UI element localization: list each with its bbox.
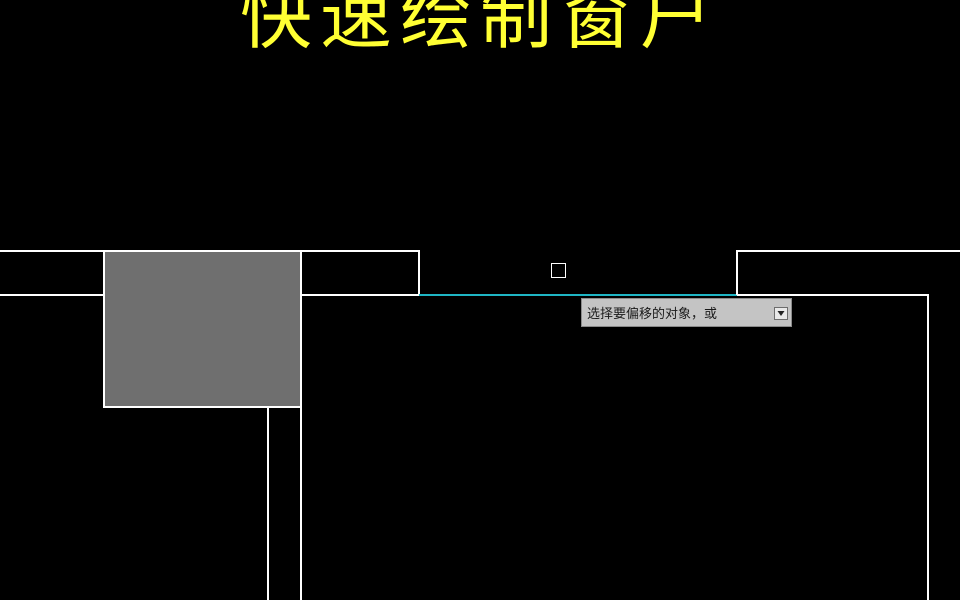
column-block[interactable] xyxy=(103,250,302,408)
drawing-area[interactable]: 快速绘制窗户 选择要偏移的对象，或 xyxy=(0,0,960,600)
cad-canvas[interactable] xyxy=(0,0,960,600)
video-title-overlay: 快速绘制窗户 xyxy=(239,0,720,59)
down-arrow-icon[interactable] xyxy=(774,307,788,320)
right-wall-top-line[interactable] xyxy=(736,250,960,295)
pickbox-icon xyxy=(551,263,566,278)
right-wall-inner-line[interactable] xyxy=(737,294,929,600)
command-prompt-text: 选择要偏移的对象，或 xyxy=(587,307,718,322)
command-prompt-tooltip: 选择要偏移的对象，或 xyxy=(581,298,792,327)
